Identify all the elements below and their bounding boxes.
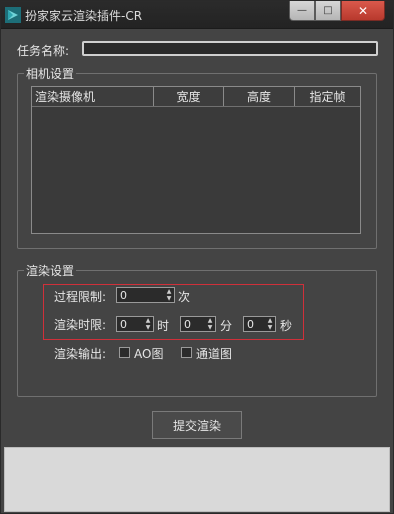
arrow-down-icon[interactable]: ▼ (143, 324, 153, 331)
column-header-camera[interactable]: 渲染摄像机 (32, 87, 154, 106)
plugin-window: 扮家家云渲染插件-CR — □ ✕ 任务名称: 相机设置 渲染摄像机 宽度 高度… (0, 0, 394, 514)
ao-checkbox[interactable] (119, 347, 130, 358)
pass-limit-label: 过程限制: (54, 290, 107, 304)
camera-table[interactable]: 渲染摄像机 宽度 高度 指定帧 (31, 86, 361, 234)
seconds-arrows[interactable]: ▲ ▼ (265, 317, 275, 331)
title-bar[interactable]: 扮家家云渲染插件-CR — □ ✕ (1, 1, 393, 29)
log-panel (4, 447, 390, 512)
pass-limit-value: 0 (120, 289, 127, 302)
seconds-value: 0 (247, 318, 254, 331)
pass-limit-unit: 次 (178, 290, 191, 304)
hours-value: 0 (120, 318, 127, 331)
render-output-label: 渲染输出: (54, 347, 107, 361)
close-icon: ✕ (357, 3, 369, 18)
pass-limit-arrows[interactable]: ▲ ▼ (164, 288, 174, 302)
3dsmax-app-icon (5, 7, 21, 23)
camera-table-header: 渲染摄像机 宽度 高度 指定帧 (32, 87, 360, 107)
arrow-down-icon[interactable]: ▼ (164, 295, 174, 302)
maximize-icon: □ (323, 5, 333, 16)
channel-checkbox[interactable] (181, 347, 192, 358)
hours-unit: 时 (157, 319, 170, 333)
task-name-label: 任务名称: (17, 44, 70, 58)
ao-checkbox-label[interactable]: AO图 (134, 345, 163, 362)
arrow-up-icon[interactable]: ▲ (205, 317, 215, 324)
seconds-unit: 秒 (280, 319, 293, 333)
minutes-value: 0 (184, 318, 191, 331)
minutes-arrows[interactable]: ▲ ▼ (205, 317, 215, 331)
render-settings-title: 渲染设置 (24, 262, 77, 279)
arrow-up-icon[interactable]: ▲ (164, 288, 174, 295)
maximize-button[interactable]: □ (315, 1, 341, 21)
camera-settings-title: 相机设置 (24, 65, 77, 82)
arrow-up-icon[interactable]: ▲ (143, 317, 153, 324)
window-controls: — □ ✕ (289, 1, 385, 21)
minutes-unit: 分 (220, 319, 233, 333)
arrow-down-icon[interactable]: ▼ (205, 324, 215, 331)
pass-limit-spinner[interactable]: 0 ▲ ▼ (116, 287, 175, 303)
seconds-spinner[interactable]: 0 ▲ ▼ (243, 316, 276, 332)
minutes-spinner[interactable]: 0 ▲ ▼ (180, 316, 216, 332)
arrow-up-icon[interactable]: ▲ (265, 317, 275, 324)
channel-checkbox-label[interactable]: 通道图 (196, 345, 232, 362)
time-limit-label: 渲染时限: (54, 318, 107, 332)
minimize-button[interactable]: — (289, 1, 315, 21)
task-name-input[interactable] (82, 41, 378, 56)
submit-render-button[interactable]: 提交渲染 (152, 411, 242, 439)
window-title: 扮家家云渲染插件-CR (25, 9, 143, 23)
column-header-frame[interactable]: 指定帧 (295, 87, 360, 106)
close-button[interactable]: ✕ (341, 1, 385, 21)
hours-arrows[interactable]: ▲ ▼ (143, 317, 153, 331)
arrow-down-icon[interactable]: ▼ (265, 324, 275, 331)
hours-spinner[interactable]: 0 ▲ ▼ (116, 316, 154, 332)
column-header-height[interactable]: 高度 (224, 87, 295, 106)
minimize-icon: — (297, 5, 307, 16)
column-header-width[interactable]: 宽度 (154, 87, 224, 106)
